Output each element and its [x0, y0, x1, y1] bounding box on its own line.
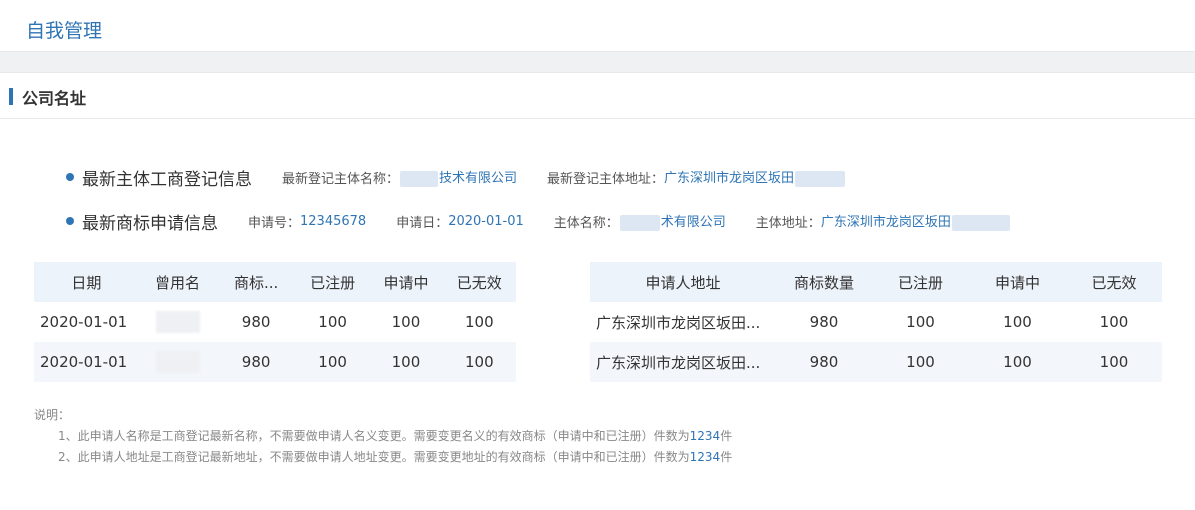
cell-former-name [138, 302, 217, 342]
table-header-row: 日期 曾用名 商标... 已注册 申请中 已无效 [34, 262, 516, 302]
col-former-name: 曾用名 [138, 262, 217, 302]
section-header: 公司名址 [0, 73, 1195, 119]
section-accent-bar [9, 88, 13, 105]
cell-invalid: 100 [442, 302, 516, 342]
cell-former-name [138, 342, 217, 382]
cell-address: 广东深圳市龙岗区坂田... [590, 302, 776, 342]
applicant-address-value: 广东深圳市龙岗区坂田 [821, 211, 1011, 231]
section-title: 公司名址 [22, 89, 87, 108]
address-history-table: 申请人地址 商标数量 已注册 申请中 已无效 广东深圳市龙岗区坂田... 980… [590, 262, 1162, 382]
table-row: 2020-01-01 980 100 100 100 [34, 342, 516, 382]
note-count-2: 1234 [689, 450, 721, 464]
col-pending: 申请中 [369, 262, 443, 302]
cell-registered: 100 [872, 342, 969, 382]
company-panel: 公司名址 最新主体工商登记信息 最新登记主体名称： 技术有限公司 最新登记主体地… [0, 72, 1195, 510]
redacted-block [155, 351, 200, 373]
table-header-row: 申请人地址 商标数量 已注册 申请中 已无效 [590, 262, 1162, 302]
col-invalid: 已无效 [442, 262, 516, 302]
cell-date: 2020-01-01 [34, 302, 139, 342]
table-row: 广东深圳市龙岗区坂田... 980 100 100 100 [590, 342, 1162, 382]
business-address-value: 广东深圳市龙岗区坂田 [664, 167, 846, 187]
appno-value: 12345678 [300, 213, 367, 229]
business-info-row: 最新主体工商登记信息 最新登记主体名称： 技术有限公司 最新登记主体地址： 广东… [66, 165, 876, 190]
table-row: 广东深圳市龙岗区坂田... 980 100 100 100 [590, 302, 1162, 342]
cell-registered: 100 [295, 342, 370, 382]
cell-date: 2020-01-01 [34, 342, 139, 382]
appdate-label: 申请日： [396, 215, 449, 231]
applicant-name-label: 主体名称： [553, 215, 619, 231]
trademark-info-heading: 最新商标申请信息 [82, 213, 218, 234]
col-trademark-count: 商标... [216, 262, 296, 302]
col-applicant-address: 申请人地址 [590, 262, 776, 302]
redacted-block [951, 214, 1010, 231]
cell-invalid: 100 [1066, 302, 1162, 342]
col-invalid: 已无效 [1066, 262, 1162, 302]
cell-pending: 100 [969, 302, 1066, 342]
note-count-1: 1234 [689, 429, 721, 443]
cell-registered: 100 [872, 302, 969, 342]
trademark-info-row: 最新商标申请信息 申请号： 12345678 申请日： 2020-01-01 主… [66, 209, 1041, 234]
cell-trademark-count: 980 [776, 302, 872, 342]
notes-title: 说明： [34, 408, 71, 422]
cell-invalid: 100 [442, 342, 516, 382]
business-name-value: 技术有限公司 [399, 167, 517, 187]
cell-trademark-count: 980 [216, 302, 296, 342]
cell-trademark-count: 980 [216, 342, 296, 382]
applicant-name-value: 术有限公司 [619, 211, 726, 231]
cell-trademark-count: 980 [776, 342, 872, 382]
redacted-block [795, 170, 846, 187]
business-info-heading: 最新主体工商登记信息 [82, 169, 252, 190]
cell-pending: 100 [369, 342, 443, 382]
note-line-2: 2、此申请人地址是工商登记最新地址，不需要做申请人地址变更。需要变更地址的有效商… [58, 450, 733, 464]
redacted-block [400, 170, 439, 187]
page-title: 自我管理 [26, 20, 103, 42]
applicant-address-label: 主体地址： [755, 215, 821, 231]
col-registered: 已注册 [872, 262, 969, 302]
business-address-label: 最新登记主体地址： [547, 171, 665, 187]
cell-address: 广东深圳市龙岗区坂田... [590, 342, 776, 382]
notes: 说明： 1、此申请人名称是工商登记最新名称，不需要做申请人名义变更。需要变更名义… [34, 405, 732, 468]
cell-pending: 100 [369, 302, 443, 342]
redacted-block [619, 214, 660, 231]
col-trademark-count: 商标数量 [776, 262, 872, 302]
col-pending: 申请中 [969, 262, 1066, 302]
business-name-label: 最新登记主体名称： [282, 171, 400, 187]
bullet-icon [66, 173, 74, 181]
redacted-block [155, 311, 200, 333]
top-bar: 自我管理 [0, 0, 1195, 52]
cell-registered: 100 [295, 302, 370, 342]
col-date: 日期 [34, 262, 139, 302]
appdate-value: 2020-01-01 [448, 213, 524, 229]
table-row: 2020-01-01 980 100 100 100 [34, 302, 516, 342]
name-history-table: 日期 曾用名 商标... 已注册 申请中 已无效 2020-01-01 980 … [34, 262, 516, 382]
cell-pending: 100 [969, 342, 1066, 382]
cell-invalid: 100 [1066, 342, 1162, 382]
appno-label: 申请号： [248, 215, 301, 231]
col-registered: 已注册 [295, 262, 370, 302]
note-line-1: 1、此申请人名称是工商登记最新名称，不需要做申请人名义变更。需要变更名义的有效商… [58, 429, 733, 443]
bullet-icon [66, 217, 74, 225]
